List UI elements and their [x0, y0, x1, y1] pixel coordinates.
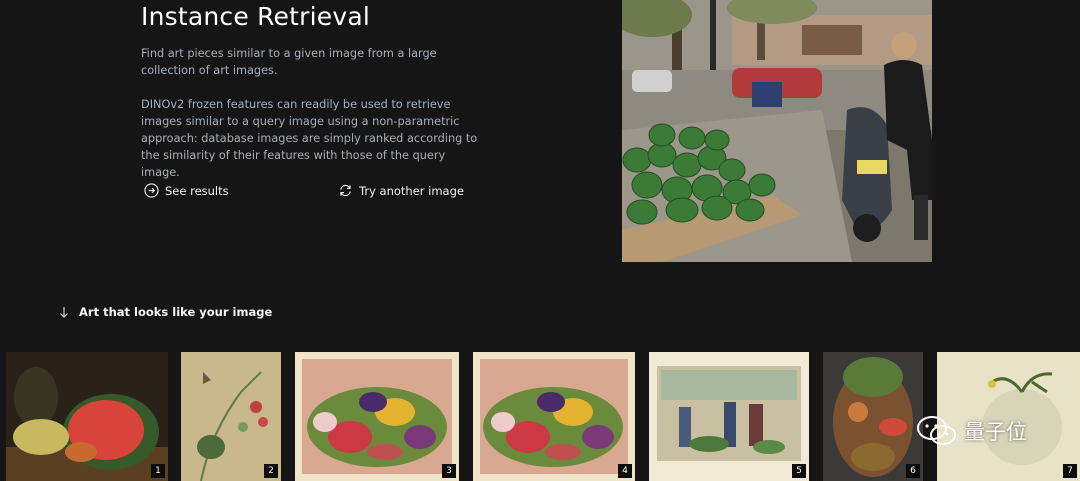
arrow-down-icon — [60, 306, 68, 318]
rank-badge: 1 — [151, 464, 165, 478]
watermark: 量子位 — [916, 414, 1027, 448]
result-thumbnail[interactable]: 1 — [6, 352, 168, 481]
result-thumbnail[interactable]: 5 — [649, 352, 809, 481]
rank-badge: 7 — [1063, 464, 1077, 478]
results-heading-label: Art that looks like your image — [79, 305, 273, 319]
try-another-image-button[interactable]: Try another image — [338, 183, 464, 198]
section-title: Instance Retrieval — [141, 2, 370, 31]
watermark-text: 量子位 — [964, 420, 1027, 444]
try-another-image-label: Try another image — [359, 183, 464, 198]
description-detail: DINOv2 frozen features can readily be us… — [141, 98, 478, 179]
description-intro: Find art pieces similar to a given image… — [141, 47, 437, 77]
rank-badge: 4 — [618, 464, 632, 478]
rank-badge: 5 — [792, 464, 806, 478]
rank-badge: 6 — [906, 464, 920, 478]
rank-badge: 3 — [442, 464, 456, 478]
refresh-icon — [340, 184, 351, 197]
wechat-icon — [917, 416, 956, 445]
result-thumbnail[interactable]: 4 — [473, 352, 635, 481]
query-image — [622, 0, 932, 262]
result-thumbnail[interactable]: 6 — [823, 352, 923, 481]
see-results-label: See results — [165, 183, 229, 198]
rank-badge: 2 — [264, 464, 278, 478]
result-thumbnail[interactable]: 2 — [181, 352, 281, 481]
see-results-button[interactable]: See results — [144, 183, 229, 198]
arrow-right-circle-icon — [144, 183, 159, 198]
result-thumbnail[interactable]: 3 — [295, 352, 459, 481]
results-heading: Art that looks like your image — [59, 305, 272, 319]
